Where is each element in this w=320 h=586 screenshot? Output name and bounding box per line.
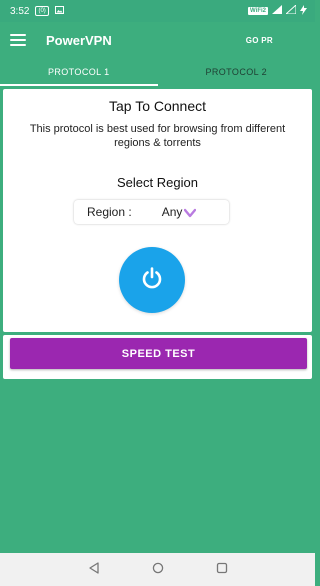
protocol-tabs: PROTOCOL 1 PROTOCOL 2 [0, 58, 315, 86]
tab-protocol-1[interactable]: PROTOCOL 1 [0, 58, 158, 86]
region-selector[interactable]: Region : Any [74, 200, 229, 224]
chevron-down-icon[interactable] [184, 207, 197, 218]
select-region-title: Select Region [117, 175, 198, 190]
status-badge: (0) [35, 6, 49, 16]
status-right: WiFi2 [248, 3, 307, 18]
protocol-description: This protocol is best used for browsing … [29, 123, 286, 149]
status-bar: 3:52 (0) WiFi2 [0, 0, 315, 22]
recents-square-icon[interactable] [216, 561, 228, 579]
region-value: Any [161, 205, 183, 219]
battery-charging-icon [300, 4, 307, 18]
power-icon [139, 265, 165, 296]
tap-to-connect-title: Tap To Connect [108, 98, 207, 114]
home-circle-icon[interactable] [152, 561, 164, 579]
system-nav-bar [0, 553, 315, 586]
app-title: PowerVPN [46, 32, 112, 48]
status-time: 3:52 [10, 5, 30, 17]
tab-protocol-2[interactable]: PROTOCOL 2 [158, 58, 316, 86]
speed-test-card: SPEED TEST [3, 335, 312, 379]
go-pro-button[interactable]: GO PR [246, 36, 273, 45]
speed-test-button[interactable]: SPEED TEST [10, 338, 307, 369]
app-bar: PowerVPN GO PR [0, 22, 315, 58]
region-label: Region : [87, 205, 132, 219]
connect-power-button[interactable] [119, 247, 185, 313]
wifi-icon: WiFi2 [248, 7, 268, 15]
signal-icon-2 [284, 3, 297, 17]
status-left: 3:52 (0) [10, 5, 64, 17]
back-triangle-icon[interactable] [88, 561, 100, 579]
hamburger-menu-icon[interactable] [10, 34, 26, 46]
connect-card: Tap To Connect This protocol is best use… [3, 89, 312, 332]
gallery-icon [54, 5, 64, 17]
signal-icon [272, 5, 282, 17]
